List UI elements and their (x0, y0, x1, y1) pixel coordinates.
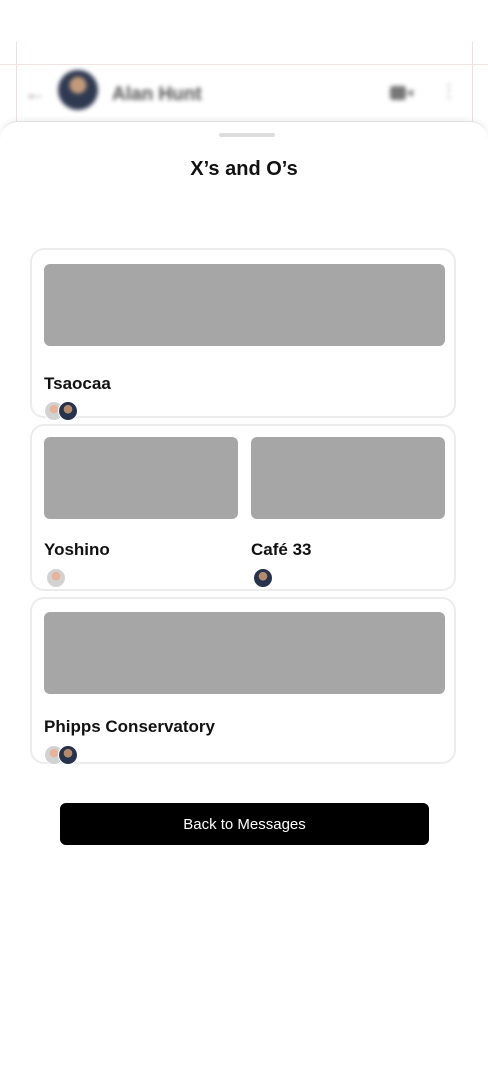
contact-avatar[interactable] (58, 70, 98, 110)
contact-name[interactable]: Alan Hunt (112, 84, 202, 106)
place-item[interactable]: Phipps Conservatory (44, 612, 445, 765)
avatar (46, 568, 66, 588)
more-vertical-icon[interactable]: ⋮ (440, 82, 458, 100)
visitor-avatars (44, 745, 84, 765)
visitor-avatars (44, 568, 66, 588)
place-item[interactable]: Tsaocaa (44, 264, 445, 421)
place-image (44, 437, 238, 519)
drag-handle[interactable] (219, 133, 275, 137)
place-name: Tsaocaa (44, 374, 111, 393)
chat-header: ← Alan Hunt ⋮ (0, 64, 488, 124)
place-image (44, 264, 445, 346)
bottom-sheet: X’s and O’s Tsaocaa Yoshino Café 33 Phip… (0, 121, 488, 1067)
avatar (58, 401, 78, 421)
place-card[interactable]: Yoshino Café 33 (30, 424, 456, 591)
arrow-left-icon[interactable]: ← (24, 82, 46, 104)
place-item[interactable]: Yoshino (44, 437, 238, 588)
place-card[interactable]: Phipps Conservatory (30, 597, 456, 765)
avatar (58, 745, 78, 765)
place-card[interactable]: Tsaocaa (30, 248, 456, 421)
back-to-messages-button[interactable]: Back to Messages (60, 803, 429, 845)
visitor-avatars (44, 401, 84, 421)
place-name: Yoshino (44, 540, 110, 559)
place-image (251, 437, 445, 519)
video-camera-icon[interactable] (390, 86, 413, 100)
sheet-title: X’s and O’s (190, 158, 298, 180)
place-item[interactable]: Café 33 (251, 437, 445, 588)
visitor-avatars (251, 568, 273, 588)
place-name: Café 33 (251, 540, 312, 559)
avatar (253, 568, 273, 588)
place-name: Phipps Conservatory (44, 717, 215, 736)
place-image (44, 612, 445, 694)
